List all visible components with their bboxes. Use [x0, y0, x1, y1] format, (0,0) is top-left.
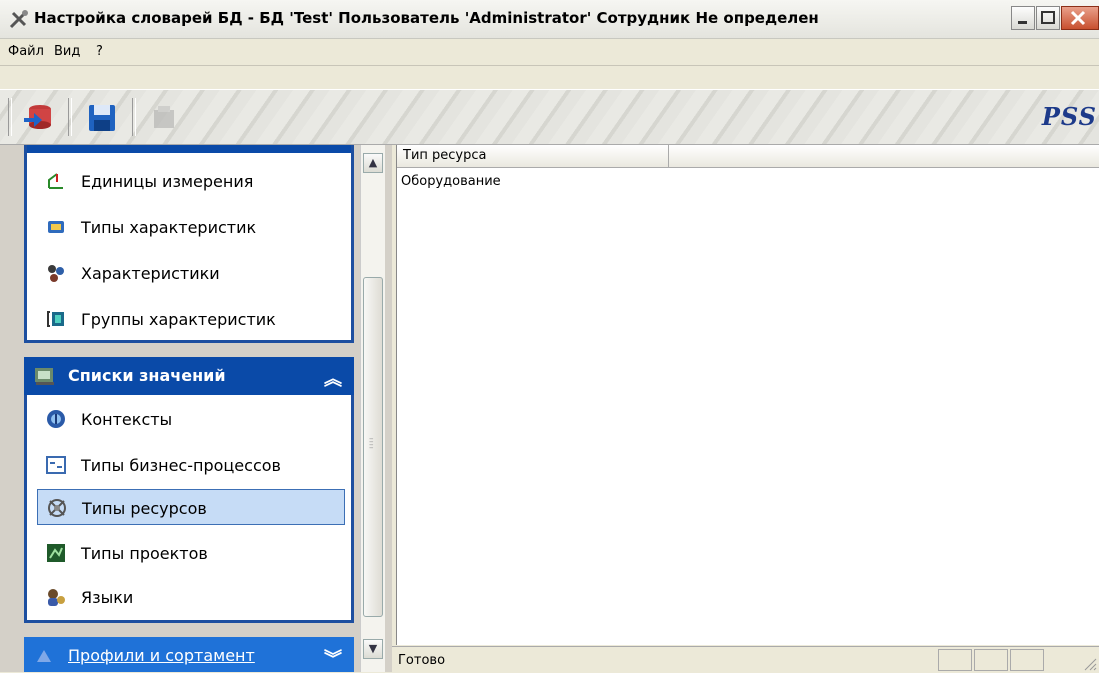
- menu-file[interactable]: Файл: [8, 44, 44, 59]
- top-group-box: Единицы измерения Типы характеристик Хар…: [24, 145, 354, 343]
- pss-logo: PSS: [1041, 102, 1097, 131]
- nav-item-label: Типы ресурсов: [82, 499, 207, 518]
- save-icon[interactable]: [84, 100, 120, 136]
- expand-icon: ︾: [324, 649, 342, 670]
- nav-item-contexts[interactable]: Контексты: [37, 401, 345, 437]
- nav-item-characteristic-groups[interactable]: Группы характеристик: [37, 301, 345, 337]
- nav-item-languages[interactable]: Языки: [37, 579, 345, 615]
- toolbar: PSS: [0, 89, 1099, 145]
- resource-types-icon: [48, 499, 66, 517]
- nav-scrollbar[interactable]: ▲ – – – – ▼: [360, 145, 385, 672]
- contexts-icon: [47, 410, 65, 428]
- minimize-button[interactable]: [1011, 6, 1035, 30]
- menu-view[interactable]: Вид: [54, 44, 80, 59]
- status-pane: [974, 649, 1008, 671]
- toolbar-spacer: [0, 66, 1099, 89]
- toolbar-separator: [8, 98, 12, 136]
- toolbar-separator: [132, 98, 136, 136]
- menu-help[interactable]: ?: [96, 44, 103, 59]
- languages-icon: [48, 589, 65, 606]
- menu-bar: Файл Вид ?: [0, 39, 1099, 66]
- nav-item-label: Типы характеристик: [81, 218, 257, 237]
- values-group-header[interactable]: Списки значений ︽: [24, 357, 354, 395]
- nav-item-label: Контексты: [81, 410, 173, 429]
- minimize-icon: [1018, 21, 1027, 24]
- list-view[interactable]: Тип ресурса Оборудование: [396, 145, 1099, 645]
- column-header-row: Тип ресурса: [397, 145, 1099, 168]
- nav-item-label: Единицы измерения: [81, 172, 254, 191]
- maximize-button[interactable]: [1036, 6, 1060, 30]
- nav-item-units[interactable]: Единицы измерения: [37, 163, 345, 199]
- business-process-types-icon: [46, 456, 66, 474]
- status-bar: Готово: [392, 646, 1099, 673]
- grip-icon: – – – –: [369, 434, 374, 453]
- scroll-down-button[interactable]: ▼: [363, 639, 383, 659]
- list-values-icon: [35, 368, 54, 385]
- status-pane: [938, 649, 972, 671]
- tools-icon: [9, 10, 28, 29]
- nav-item-label: Характеристики: [81, 264, 220, 283]
- nav-item-business-process-types[interactable]: Типы бизнес-процессов: [37, 447, 345, 483]
- top-group-header-edge: [27, 145, 351, 153]
- nav-item-resource-types[interactable]: Типы ресурсов: [37, 489, 345, 525]
- resize-grip-icon[interactable]: [1081, 655, 1097, 671]
- table-row[interactable]: Оборудование: [401, 174, 501, 189]
- status-pane: [1010, 649, 1044, 671]
- toolbar-separator: [68, 98, 72, 136]
- scroll-thumb[interactable]: – – – –: [363, 277, 383, 617]
- profiles-icon: [37, 650, 51, 662]
- nav-item-characteristics[interactable]: Характеристики: [37, 255, 345, 291]
- profiles-group-header[interactable]: Профили и сортамент ︾: [24, 637, 354, 672]
- nav-item-label: Языки: [81, 588, 134, 607]
- nav-item-project-types[interactable]: Типы проектов: [37, 535, 345, 571]
- navigation-panel: Единицы измерения Типы характеристик Хар…: [0, 145, 392, 672]
- close-icon: [1070, 10, 1086, 26]
- values-group-title: Списки значений: [68, 366, 226, 385]
- nav-item-label: Типы проектов: [81, 544, 208, 563]
- nav-item-label: Группы характеристик: [81, 310, 276, 329]
- close-button[interactable]: [1061, 6, 1099, 30]
- characteristic-groups-icon: [47, 311, 64, 327]
- project-types-icon: [47, 544, 65, 562]
- scroll-up-button[interactable]: ▲: [363, 153, 383, 173]
- nav-item-label: Типы бизнес-процессов: [81, 456, 281, 475]
- column-header-resource-type[interactable]: Тип ресурса: [397, 145, 669, 167]
- window-title: Настройка словарей БД - БД 'Test' Пользо…: [34, 9, 819, 27]
- disabled-icon[interactable]: [146, 100, 182, 136]
- status-text: Готово: [398, 653, 446, 668]
- nav-item-characteristic-types[interactable]: Типы характеристик: [37, 209, 345, 245]
- units-icon: [48, 173, 63, 189]
- collapse-icon: ︽: [324, 369, 342, 390]
- characteristics-icon: [48, 265, 64, 282]
- title-bar: Настройка словарей БД - БД 'Test' Пользо…: [0, 0, 1099, 39]
- maximize-icon: [1041, 11, 1055, 24]
- values-group-box: Контексты Типы бизнес-процессов Типы рес…: [24, 395, 354, 623]
- profiles-group-title: Профили и сортамент: [68, 646, 255, 665]
- column-header-empty: [669, 145, 1099, 167]
- db-connect-icon[interactable]: [20, 100, 56, 136]
- characteristic-types-icon: [48, 221, 64, 233]
